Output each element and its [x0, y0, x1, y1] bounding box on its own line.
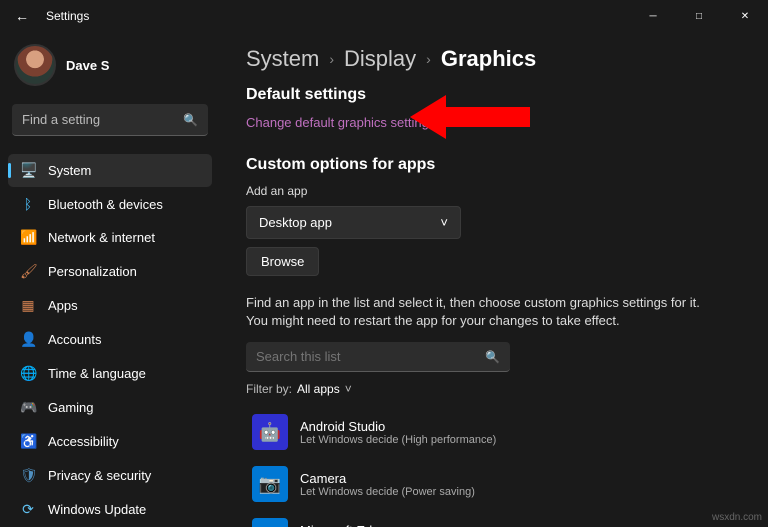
maximize-button[interactable]: □ [676, 0, 722, 32]
nav-label: Gaming [48, 400, 94, 415]
app-name: Camera [300, 471, 475, 486]
app-row[interactable]: 🤖 Android StudioLet Windows decide (High … [246, 408, 710, 456]
back-button[interactable]: ← [8, 2, 36, 30]
sidebar-item-accounts[interactable]: 👤 Accounts [8, 323, 212, 356]
sidebar-item-privacy-security[interactable]: 🛡 Privacy & security [8, 459, 212, 492]
sidebar-item-network-internet[interactable]: 📶 Network & internet [8, 221, 212, 254]
select-value: Desktop app [259, 215, 332, 230]
app-list: 🤖 Android StudioLet Windows decide (High … [246, 408, 742, 527]
nav-label: Windows Update [48, 502, 146, 517]
nav-label: System [48, 163, 91, 178]
app-desc: Let Windows decide (High performance) [300, 434, 496, 446]
nav-icon: 🎮 [20, 399, 36, 416]
nav-list: 🖥️ System ᛒ Bluetooth & devices 📶 Network & i… [8, 148, 212, 526]
custom-options-heading: Custom options for apps [246, 156, 742, 174]
chevron-down-icon: ˅ [440, 215, 448, 230]
app-desc: Let Windows decide (Power saving) [300, 486, 475, 498]
add-an-app-label: Add an app [246, 184, 742, 198]
app-type-select[interactable]: Desktop app ˅ [246, 206, 461, 239]
chevron-right-icon: › [329, 51, 334, 67]
list-search[interactable]: 🔍 [246, 342, 510, 372]
window-title: Settings [46, 9, 89, 23]
crumb-display[interactable]: Display [344, 46, 416, 72]
avatar [14, 44, 56, 86]
sidebar-item-bluetooth-devices[interactable]: ᛒ Bluetooth & devices [8, 188, 212, 220]
nav-icon: 🌐 [20, 365, 36, 382]
nav-icon: 🖌 [20, 263, 36, 280]
app-info: Android StudioLet Windows decide (High p… [300, 419, 496, 446]
sidebar-item-apps[interactable]: ▦ Apps [8, 289, 212, 322]
nav-icon: ♿ [20, 433, 36, 450]
browse-button[interactable]: Browse [246, 247, 319, 276]
nav-label: Apps [48, 298, 78, 313]
nav-label: Time & language [48, 366, 146, 381]
sidebar-item-personalization[interactable]: 🖌 Personalization [8, 255, 212, 288]
breadcrumb: System › Display › Graphics [246, 46, 742, 72]
search-input[interactable] [12, 104, 208, 136]
sidebar-item-time-language[interactable]: 🌐 Time & language [8, 357, 212, 390]
sidebar-item-system[interactable]: 🖥️ System [8, 154, 212, 187]
chevron-right-icon: › [426, 51, 431, 67]
app-row[interactable]: 📷 CameraLet Windows decide (Power saving) [246, 460, 710, 508]
nav-icon: ᛒ [20, 196, 36, 212]
search-icon: 🔍 [183, 113, 198, 127]
chevron-down-icon: ˅ [345, 382, 352, 396]
nav-icon: 📶 [20, 229, 36, 246]
annotation-arrow-icon [410, 95, 530, 139]
close-button[interactable]: ✕ [722, 0, 768, 32]
app-info: CameraLet Windows decide (Power saving) [300, 471, 475, 498]
window-controls: ─ □ ✕ [630, 0, 768, 32]
app-name: Microsoft Edge [300, 523, 475, 527]
sidebar: Dave S 🔍 🖥️ System ᛒ Bluetooth & devices 📶 Ne… [0, 32, 220, 527]
user-block[interactable]: Dave S [8, 38, 212, 100]
user-name: Dave S [66, 58, 109, 73]
app-info: Microsoft EdgeLet Windows decide (Power … [300, 523, 475, 527]
change-default-graphics-link[interactable]: Change default graphics settings [246, 115, 435, 130]
sidebar-search[interactable]: 🔍 [12, 104, 208, 136]
filter-value: All apps [297, 382, 340, 396]
app-row[interactable]: Microsoft EdgeLet Windows decide (Power … [246, 512, 710, 527]
sidebar-item-accessibility[interactable]: ♿ Accessibility [8, 425, 212, 458]
app-icon: 🤖 [252, 414, 288, 450]
nav-label: Privacy & security [48, 468, 151, 483]
app-name: Android Studio [300, 419, 496, 434]
crumb-graphics: Graphics [441, 46, 536, 72]
hint-text: Find an app in the list and select it, t… [246, 294, 706, 330]
watermark: wsxdn.com [712, 512, 762, 523]
nav-icon: 👤 [20, 331, 36, 348]
nav-label: Bluetooth & devices [48, 197, 163, 212]
nav-label: Personalization [48, 264, 137, 279]
search-icon: 🔍 [485, 350, 500, 364]
list-search-input[interactable] [246, 342, 510, 372]
sidebar-item-gaming[interactable]: 🎮 Gaming [8, 391, 212, 424]
nav-icon: 🛡 [20, 467, 36, 484]
nav-icon: ▦ [20, 297, 36, 314]
app-icon [252, 518, 288, 527]
filter-row[interactable]: Filter by: All apps ˅ [246, 382, 742, 396]
nav-label: Network & internet [48, 230, 155, 245]
filter-label: Filter by: [246, 382, 292, 396]
nav-icon: 🖥️ [20, 162, 36, 179]
nav-label: Accessibility [48, 434, 119, 449]
crumb-system[interactable]: System [246, 46, 319, 72]
minimize-button[interactable]: ─ [630, 0, 676, 32]
custom-options-section: Custom options for apps Add an app Deskt… [246, 156, 742, 527]
nav-icon: ⟳ [20, 501, 36, 518]
sidebar-item-windows-update[interactable]: ⟳ Windows Update [8, 493, 212, 526]
title-bar: ← Settings ─ □ ✕ [0, 0, 768, 32]
nav-label: Accounts [48, 332, 101, 347]
app-icon: 📷 [252, 466, 288, 502]
